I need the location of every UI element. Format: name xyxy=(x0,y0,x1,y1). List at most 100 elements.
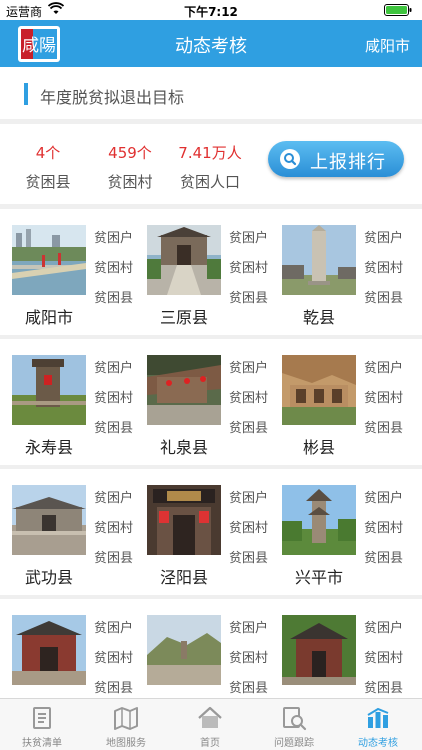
tag-villages[interactable]: 贫困村 xyxy=(229,517,268,536)
tag-households[interactable]: 贫困户 xyxy=(364,617,403,636)
area-card-jingyang[interactable]: 泾阳县 贫困户 贫困村 贫困县 xyxy=(135,469,275,595)
tag-villages[interactable]: 贫困村 xyxy=(94,647,133,666)
area-photo xyxy=(282,615,356,685)
area-card-binxian[interactable]: 彬县 贫困户 贫困村 贫困县 xyxy=(270,339,410,465)
area-card-sanyuan[interactable]: 三原县 贫困户 贫困村 贫困县 xyxy=(135,209,275,335)
section-header: 年度脱贫拟退出目标 xyxy=(0,67,422,119)
tab-poverty-list[interactable]: 扶贫清单 xyxy=(0,699,84,750)
area-photo xyxy=(147,485,221,555)
tab-label: 动态考核 xyxy=(358,738,398,749)
tag-households[interactable]: 贫困户 xyxy=(94,487,133,506)
stat-value: 7.41万人 xyxy=(178,144,242,162)
tab-map-service[interactable]: 地图服务 xyxy=(84,699,168,750)
area-card-liquan[interactable]: 礼泉县 贫困户 贫困村 贫困县 xyxy=(135,339,275,465)
tag-households[interactable]: 贫困户 xyxy=(94,617,133,636)
area-card-wugong[interactable]: 武功县 贫困户 贫困村 贫困县 xyxy=(0,469,140,595)
area-photo xyxy=(12,615,86,685)
search-document-icon xyxy=(283,707,307,731)
area-card-4-1[interactable]: 贫困户 贫困村 贫困县 xyxy=(0,599,140,698)
map-icon xyxy=(114,707,138,730)
tab-label: 地图服务 xyxy=(106,738,146,749)
tag-households[interactable]: 贫困户 xyxy=(364,227,403,246)
tag-counties[interactable]: 贫困县 xyxy=(94,547,133,566)
area-name: 礼泉县 xyxy=(159,438,208,457)
stat-label: 贫困人口 xyxy=(179,173,240,191)
area-photo xyxy=(282,485,356,555)
area-row: 武功县 贫困户 贫困村 贫困县 泾阳县 贫困户 贫困村 贫困县 兴平市 贫困户 … xyxy=(0,469,422,595)
tag-households[interactable]: 贫困户 xyxy=(94,227,133,246)
area-card-yongshou[interactable]: 永寿县 贫困户 贫困村 贫困县 xyxy=(0,339,140,465)
area-row: 永寿县 贫困户 贫困村 贫困县 礼泉县 贫困户 贫困村 贫困县 彬县 贫困户 贫… xyxy=(0,339,422,465)
area-card-4-2[interactable]: 贫困户 贫困村 贫困县 xyxy=(135,599,275,698)
tag-counties[interactable]: 贫困县 xyxy=(364,547,403,566)
tag-villages[interactable]: 贫困村 xyxy=(229,257,268,276)
tag-households[interactable]: 贫困户 xyxy=(229,227,268,246)
tag-counties[interactable]: 贫困县 xyxy=(364,677,403,696)
area-name: 泾阳县 xyxy=(159,568,208,587)
tag-villages[interactable]: 贫困村 xyxy=(94,257,133,276)
tag-villages[interactable]: 贫困村 xyxy=(94,517,133,536)
stat-poor-counties: 4个 贫困县 xyxy=(6,142,90,192)
tag-households[interactable]: 贫困户 xyxy=(364,357,403,376)
area-name: 兴平市 xyxy=(294,568,343,587)
tag-villages[interactable]: 贫困村 xyxy=(229,387,268,406)
city-selector[interactable]: 咸阳市 xyxy=(365,35,410,56)
tag-counties[interactable]: 贫困县 xyxy=(364,417,403,436)
tag-villages[interactable]: 贫困村 xyxy=(94,387,133,406)
area-photo xyxy=(282,225,356,295)
area-photo xyxy=(147,225,221,295)
tag-counties[interactable]: 贫困县 xyxy=(94,287,133,306)
tag-counties[interactable]: 贫困县 xyxy=(94,677,133,696)
tag-counties[interactable]: 贫困县 xyxy=(229,677,268,696)
stat-value: 459个 xyxy=(108,144,152,162)
area-card-xianyang[interactable]: 咸阳市 贫困户 贫困村 贫困县 xyxy=(0,209,140,335)
tab-label: 扶贫清单 xyxy=(22,738,62,749)
area-grid: 咸阳市 贫困户 贫困村 贫困县 三原县 贫困户 贫困村 贫困县 乾县 贫困户 贫… xyxy=(0,209,422,698)
area-row: 咸阳市 贫困户 贫困村 贫困县 三原县 贫困户 贫困村 贫困县 乾县 贫困户 贫… xyxy=(0,209,422,335)
tag-households[interactable]: 贫困户 xyxy=(94,357,133,376)
tag-villages[interactable]: 贫困村 xyxy=(364,257,403,276)
chart-icon xyxy=(367,707,389,728)
tag-households[interactable]: 贫困户 xyxy=(364,487,403,506)
tag-villages[interactable]: 贫困村 xyxy=(364,387,403,406)
stat-value: 4个 xyxy=(35,144,61,162)
tag-counties[interactable]: 贫困县 xyxy=(94,417,133,436)
tab-home[interactable]: 首页 xyxy=(168,699,252,750)
area-card-xingping[interactable]: 兴平市 贫困户 贫困村 贫困县 xyxy=(270,469,410,595)
tag-households[interactable]: 贫困户 xyxy=(229,357,268,376)
document-list-icon xyxy=(33,707,51,729)
stat-label: 贫困县 xyxy=(25,173,71,191)
area-photo xyxy=(12,225,86,295)
tag-counties[interactable]: 贫困县 xyxy=(229,417,268,436)
tab-issue-tracking[interactable]: 问题跟踪 xyxy=(252,699,336,750)
area-name: 彬县 xyxy=(302,438,335,457)
tab-label: 首页 xyxy=(200,738,220,749)
tag-villages[interactable]: 贫困村 xyxy=(364,647,403,666)
area-photo xyxy=(282,355,356,425)
area-photo xyxy=(12,355,86,425)
area-photo xyxy=(147,615,221,685)
tab-bar: 扶贫清单 地图服务 首页 问题跟踪 动态考核 xyxy=(0,698,422,750)
report-ranking-label: 上报排行 xyxy=(310,152,386,173)
tag-counties[interactable]: 贫困县 xyxy=(229,547,268,566)
area-card-qianxian[interactable]: 乾县 贫困户 贫困村 贫困县 xyxy=(270,209,410,335)
area-row: 贫困户 贫困村 贫困县 贫困户 贫困村 贫困县 贫困户 贫困村 贫困县 xyxy=(0,599,422,698)
area-card-4-3[interactable]: 贫困户 贫困村 贫困县 xyxy=(270,599,410,698)
tag-households[interactable]: 贫困户 xyxy=(229,617,268,636)
tag-households[interactable]: 贫困户 xyxy=(229,487,268,506)
page-title: 动态考核 xyxy=(175,36,247,57)
tag-villages[interactable]: 贫困村 xyxy=(229,647,268,666)
tab-dynamic-assessment[interactable]: 动态考核 xyxy=(336,699,420,750)
tag-counties[interactable]: 贫困县 xyxy=(364,287,403,306)
status-bar: 运营商 下午7:12 xyxy=(0,0,422,20)
area-name: 咸阳市 xyxy=(24,308,73,327)
area-name: 乾县 xyxy=(302,308,335,327)
report-ranking-button[interactable]: 上报排行 xyxy=(268,141,404,177)
tag-villages[interactable]: 贫困村 xyxy=(364,517,403,536)
area-photo xyxy=(147,355,221,425)
tag-counties[interactable]: 贫困县 xyxy=(229,287,268,306)
battery-icon xyxy=(384,4,412,16)
area-name: 三原县 xyxy=(159,308,208,327)
section-accent-bar xyxy=(24,83,28,105)
stat-label: 贫困村 xyxy=(107,173,153,191)
